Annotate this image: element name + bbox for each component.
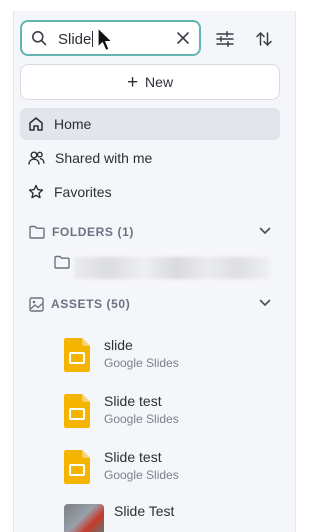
asset-name: Slide Test	[114, 503, 175, 519]
folders-section-header[interactable]: FOLDERS (1)	[20, 222, 280, 242]
nav-item-home[interactable]: Home	[20, 108, 280, 140]
clear-search-icon[interactable]	[176, 31, 190, 45]
asset-type: Google Slides	[104, 468, 179, 482]
text-caret	[92, 31, 94, 47]
chevron-down-icon[interactable]	[259, 299, 271, 307]
nav-item-favorites[interactable]: Favorites	[20, 176, 280, 208]
search-icon	[32, 31, 47, 46]
sort-arrows-icon	[256, 32, 272, 46]
asset-type: Google Slides	[104, 356, 179, 370]
asset-item[interactable]: Slide Test	[64, 502, 264, 532]
asset-item[interactable]: Slide test Google Slides	[64, 392, 264, 432]
sidebar-panel: Slide + New Home Shared with me Favorite…	[13, 11, 296, 532]
chevron-down-icon[interactable]	[259, 227, 271, 235]
nav-item-label: Home	[54, 116, 92, 132]
star-icon	[28, 184, 44, 199]
asset-thumbnail	[64, 504, 104, 532]
assets-section-label: ASSETS (50)	[51, 297, 131, 311]
new-button-label: New	[145, 74, 174, 90]
assets-section-header[interactable]: ASSETS (50)	[20, 294, 280, 314]
mouse-cursor-icon	[97, 27, 113, 52]
plus-icon: +	[126, 71, 139, 93]
nav-item-label: Favorites	[54, 184, 112, 200]
google-slides-icon	[64, 338, 90, 372]
image-icon	[29, 296, 44, 312]
asset-item[interactable]: slide Google Slides	[64, 336, 264, 376]
new-button[interactable]: + New	[20, 64, 280, 100]
asset-type: Google Slides	[104, 412, 179, 426]
nav-item-shared[interactable]: Shared with me	[20, 142, 280, 174]
google-slides-icon	[64, 394, 90, 428]
asset-name: slide	[104, 337, 133, 353]
folder-item[interactable]	[54, 255, 70, 269]
home-icon	[29, 117, 43, 131]
folder-icon	[29, 225, 45, 239]
folders-section-label: FOLDERS (1)	[52, 225, 134, 239]
search-value: Slide	[58, 31, 92, 48]
asset-name: Slide test	[104, 393, 162, 409]
redacted-folder-name	[74, 257, 270, 279]
asset-name: Slide test	[104, 449, 162, 465]
folder-icon	[54, 255, 70, 269]
users-icon	[28, 151, 45, 165]
asset-item[interactable]: Slide test Google Slides	[64, 448, 264, 488]
google-slides-icon	[64, 450, 90, 484]
nav-item-label: Shared with me	[55, 150, 153, 166]
sliders-icon	[216, 31, 234, 47]
filter-button[interactable]	[213, 27, 237, 51]
sort-button[interactable]	[252, 27, 276, 51]
